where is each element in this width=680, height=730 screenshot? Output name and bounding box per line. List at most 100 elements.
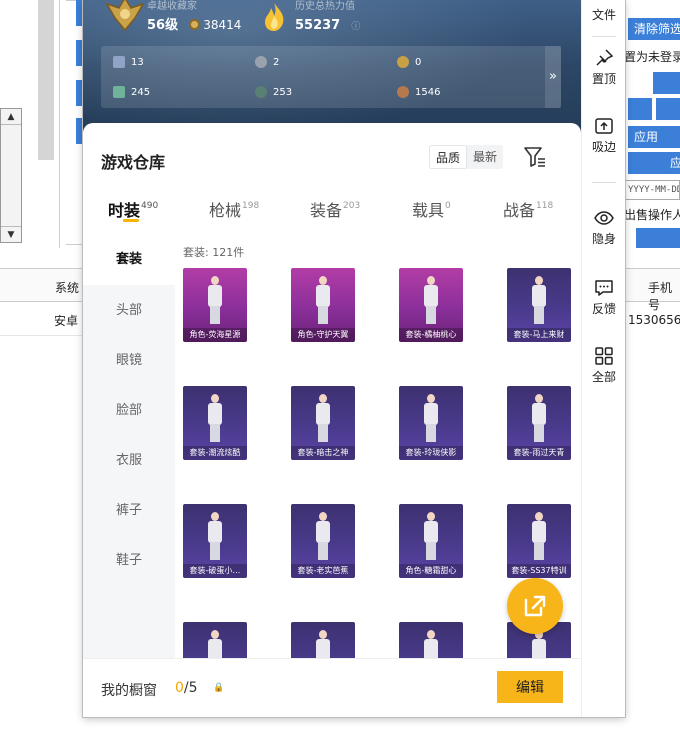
- showcase-count: 0/5: [175, 680, 198, 696]
- background-button[interactable]: [636, 228, 680, 248]
- outfit-figure-icon: [205, 276, 225, 326]
- item-name: 套装-潮流炫酷: [183, 446, 247, 460]
- active-tab-indicator: [123, 219, 139, 222]
- share-button[interactable]: [507, 578, 563, 634]
- item-card[interactable]: 套装-老实芭蕉: [291, 504, 355, 578]
- item-card[interactable]: 套装-雨过天青: [507, 386, 571, 460]
- outfit-figure-icon: [421, 394, 441, 444]
- showcase-footer: 我的橱窗 0/5 🔒 编辑: [83, 658, 581, 717]
- subcategory-sidebar: 套装 头部 眼镜 脸部 衣服 裤子 鞋子: [83, 235, 175, 717]
- warehouse-window: 卓越收藏家 56级 38414 历史总热力值 55237 ⓘ 13 2 0 24…: [83, 0, 625, 717]
- date-input[interactable]: YYYY-MM-DD: [624, 180, 680, 200]
- toolbar-all[interactable]: 全部: [582, 346, 625, 385]
- toolbar-pin[interactable]: 置顶: [582, 48, 625, 87]
- item-card[interactable]: 套装-SS37特训: [507, 504, 571, 578]
- outfit-figure-icon: [421, 276, 441, 326]
- item-card[interactable]: 套装-玲珑侠影: [399, 386, 463, 460]
- subcategory-clothes[interactable]: 衣服: [83, 449, 175, 468]
- stat-item: 13: [113, 56, 144, 68]
- bag-icon: [113, 56, 125, 68]
- level-value: 56级: [147, 18, 179, 33]
- toolbar-dock[interactable]: 吸边: [582, 116, 625, 155]
- set-not-logged-text: 置为未登录: [624, 50, 680, 64]
- coin-gold-icon: [397, 56, 409, 68]
- scroll-down-arrow-icon[interactable]: ▼: [1, 226, 21, 242]
- background-table-header: 系统: [0, 268, 84, 302]
- points-value: 38414: [203, 18, 242, 32]
- outfit-figure-icon: [529, 276, 549, 326]
- outfit-figure-icon: [529, 512, 549, 562]
- item-name: 角色-糖霜甜心: [399, 564, 463, 578]
- flame-icon: [265, 3, 284, 31]
- apply-button-2[interactable]: 应: [628, 152, 680, 174]
- item-card[interactable]: 套装-潮流炫酷: [183, 386, 247, 460]
- tab-guns[interactable]: 枪械198: [209, 197, 259, 221]
- stat-item: 0: [397, 56, 421, 68]
- item-grid: 套装: 121件 角色-荧海星源 角色-守护天翼 套装-橘柚桃心 套装-马上来财 套装-…: [175, 235, 581, 717]
- window-toolbar: 文件 置顶 吸边 隐身 反馈 全部: [581, 0, 625, 717]
- stat-item: 253: [255, 86, 292, 98]
- subcategory-pants[interactable]: 裤子: [83, 499, 175, 518]
- outfit-figure-icon: [529, 394, 549, 444]
- apply-button[interactable]: 应用: [628, 126, 680, 148]
- tab-equipment[interactable]: 装备203: [310, 197, 360, 221]
- table-row[interactable]: 安卓: [0, 302, 84, 336]
- warehouse-title: 游戏仓库: [101, 153, 166, 172]
- background-button[interactable]: [628, 98, 652, 120]
- subcategory-shoes[interactable]: 鞋子: [83, 549, 175, 568]
- item-name: 角色-守护天翼: [291, 328, 355, 342]
- background-button[interactable]: [653, 72, 680, 94]
- tab-supplies[interactable]: 战备118: [503, 197, 553, 221]
- ticket-icon: [113, 86, 125, 98]
- eye-icon: [594, 211, 614, 225]
- toolbar-feedback[interactable]: 反馈: [582, 278, 625, 317]
- background-button[interactable]: [656, 98, 680, 120]
- item-card[interactable]: 角色-守护天翼: [291, 268, 355, 342]
- more-stats-button[interactable]: »: [545, 46, 561, 108]
- dock-icon: [595, 118, 613, 134]
- tab-vehicles[interactable]: 载具0: [412, 197, 451, 221]
- stat-item: 245: [113, 86, 150, 98]
- item-count-label: 套装: 121件: [183, 246, 245, 259]
- heat-label: 历史总热力值: [295, 1, 355, 12]
- scroll-up-arrow-icon[interactable]: ▲: [1, 109, 21, 125]
- item-name: 套装-暗击之神: [291, 446, 355, 460]
- column-header-os: 系统: [55, 281, 80, 295]
- showcase-label: 我的橱窗: [101, 683, 157, 699]
- filter-icon[interactable]: [523, 146, 547, 168]
- item-card[interactable]: 角色-糖霜甜心: [399, 504, 463, 578]
- subcategory-head[interactable]: 头部: [83, 299, 175, 318]
- outfit-figure-icon: [421, 512, 441, 562]
- points-icon: [189, 19, 201, 30]
- item-card[interactable]: 套装-破蛋小…: [183, 504, 247, 578]
- heat-value: 55237: [295, 18, 341, 33]
- phone-cell: 15306568: [628, 313, 680, 327]
- sort-option-quality[interactable]: 品质: [429, 145, 468, 169]
- os-cell: 安卓: [54, 314, 79, 328]
- coin-silver-icon: [255, 56, 267, 68]
- feedback-icon: [595, 280, 613, 296]
- toolbar-file[interactable]: 文件: [582, 6, 625, 23]
- edit-button[interactable]: 编辑: [497, 671, 563, 703]
- subcategory-suit[interactable]: 套装: [83, 235, 175, 285]
- item-card[interactable]: 套装-马上来财: [507, 268, 571, 342]
- item-name: 角色-荧海星源: [183, 328, 247, 342]
- divider: [592, 36, 616, 37]
- info-icon[interactable]: ⓘ: [351, 22, 360, 32]
- clear-filter-button[interactable]: 清除筛选: [628, 18, 680, 40]
- toolbar-stealth[interactable]: 隐身: [582, 208, 625, 247]
- rank-badge-icon: [105, 0, 145, 32]
- tab-fashion[interactable]: 时装490: [108, 197, 158, 221]
- pin-icon: [596, 49, 614, 66]
- sort-option-newest[interactable]: 最新: [467, 145, 503, 169]
- item-card[interactable]: 套装-暗击之神: [291, 386, 355, 460]
- item-card[interactable]: 套装-橘柚桃心: [399, 268, 463, 342]
- warehouse-sheet: 游戏仓库 品质 最新 时装490 枪械198 装备203 载具0 战备118 套…: [83, 123, 581, 717]
- item-card[interactable]: 角色-荧海星源: [183, 268, 247, 342]
- subcategory-face[interactable]: 脸部: [83, 399, 175, 418]
- background-scrollbar[interactable]: ▲ ▼: [0, 108, 22, 243]
- orb-icon: [397, 86, 409, 98]
- subcategory-glasses[interactable]: 眼镜: [83, 349, 175, 368]
- item-name: 套装-SS37特训: [507, 564, 571, 578]
- sort-toggle[interactable]: 品质 最新: [429, 145, 504, 169]
